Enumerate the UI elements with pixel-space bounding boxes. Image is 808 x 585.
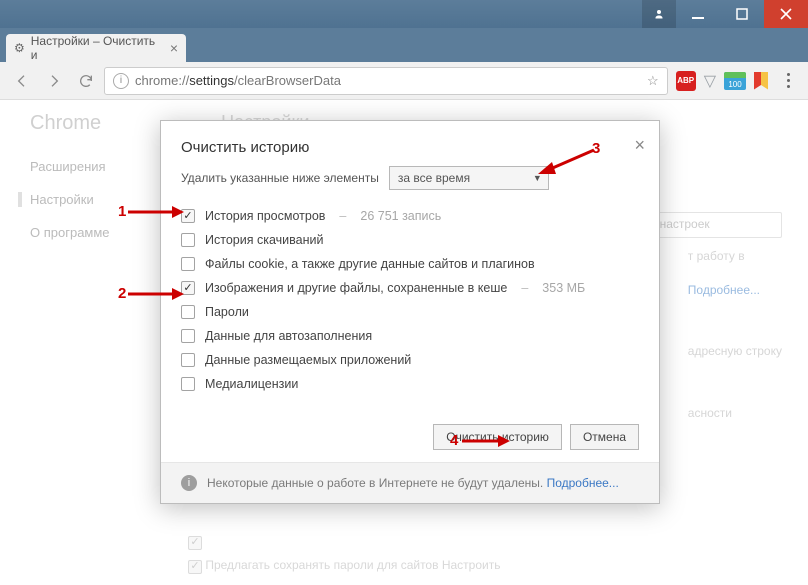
annotation-4: 4 (450, 432, 458, 449)
dialog-footer: i Некоторые данные о работе в Интернете … (161, 462, 659, 503)
option-label: Файлы cookie, а также другие данные сайт… (205, 257, 535, 271)
clear-history-dialog: Очистить историю × Удалить указанные ниж… (160, 120, 660, 504)
option-row: История скачиваний (181, 228, 639, 252)
option-row: Медиалицензии (181, 372, 639, 396)
checkbox[interactable] (181, 305, 195, 319)
checkbox[interactable] (181, 233, 195, 247)
annotation-1: 1 (118, 203, 126, 220)
option-label: Изображения и другие файлы, сохраненные … (205, 281, 507, 295)
cancel-button[interactable]: Отмена (570, 424, 639, 450)
option-label: Медиалицензии (205, 377, 298, 391)
option-suffix: 353 МБ (542, 281, 585, 295)
option-row: Данные для автозаполнения (181, 324, 639, 348)
option-row: Изображения и другие файлы, сохраненные … (181, 276, 639, 300)
learn-more-link[interactable]: Подробнее... (547, 476, 619, 490)
checkbox[interactable] (181, 377, 195, 391)
option-label: Данные для автозаполнения (205, 329, 372, 343)
checkbox[interactable] (181, 257, 195, 271)
option-row: Данные размещаемых приложений (181, 348, 639, 372)
annotation-2: 2 (118, 285, 126, 302)
checkbox[interactable] (181, 329, 195, 343)
modal-overlay: Очистить историю × Удалить указанные ниж… (0, 0, 808, 585)
time-range-select[interactable]: за все время (389, 166, 549, 190)
info-icon: i (181, 475, 197, 491)
time-range-label: Удалить указанные ниже элементы (181, 171, 379, 185)
option-label: История просмотров (205, 209, 325, 223)
dialog-title: Очистить историю (181, 139, 309, 156)
option-label: Пароли (205, 305, 249, 319)
option-row: История просмотров–26 751 запись (181, 204, 639, 228)
dialog-close-button[interactable]: × (634, 135, 645, 156)
option-label: Данные размещаемых приложений (205, 353, 411, 367)
checkbox[interactable] (181, 353, 195, 367)
option-suffix: 26 751 запись (360, 209, 441, 223)
option-row: Пароли (181, 300, 639, 324)
option-row: Файлы cookie, а также другие данные сайт… (181, 252, 639, 276)
option-label: История скачиваний (205, 233, 323, 247)
